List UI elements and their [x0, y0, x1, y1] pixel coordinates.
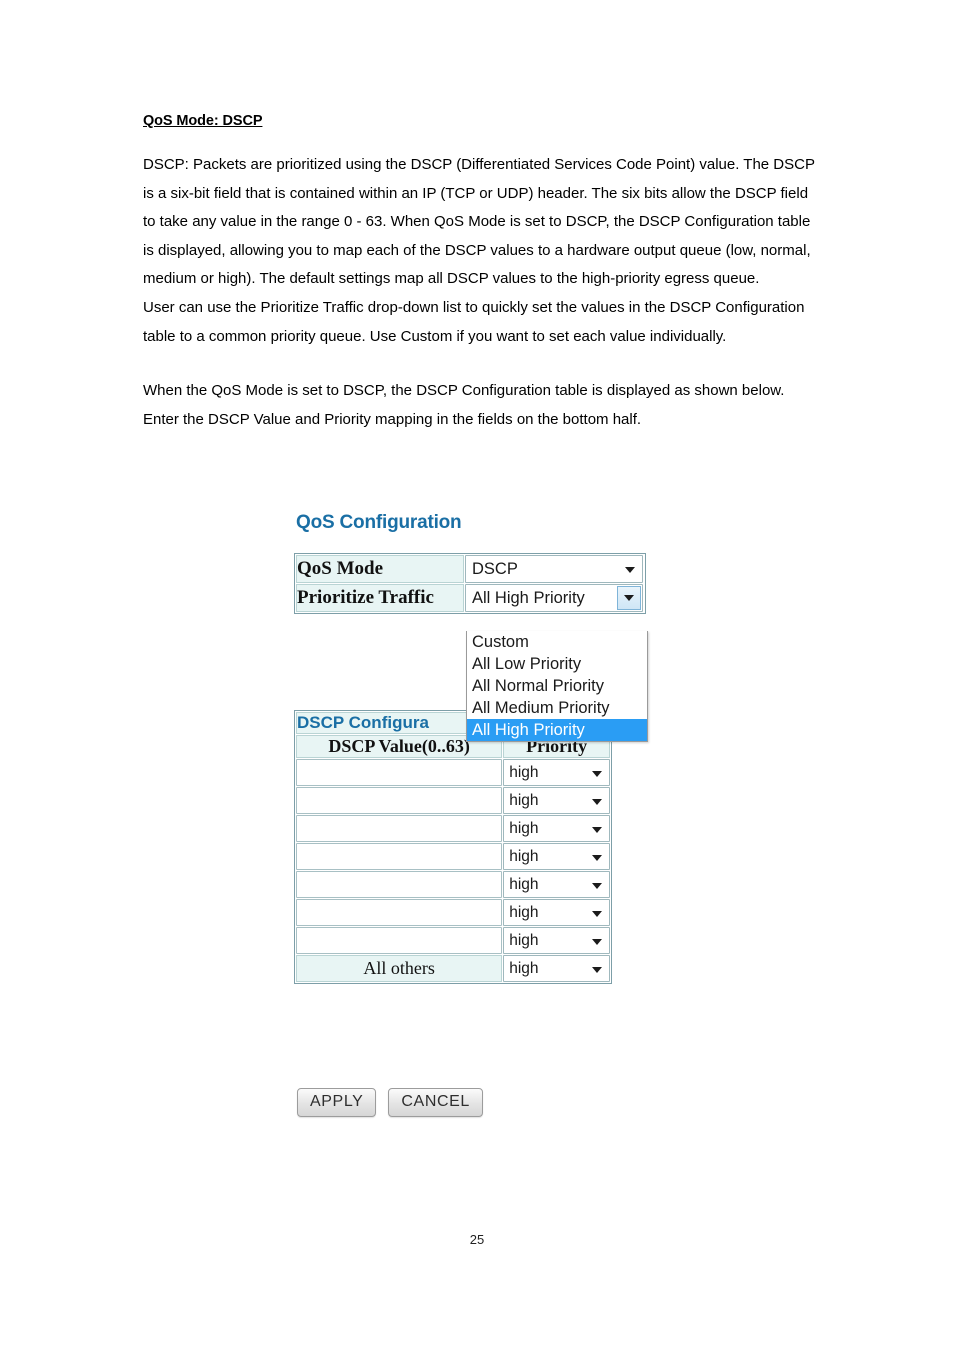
table-row: high [296, 815, 610, 842]
dscp-value-cell [296, 759, 503, 786]
priority-cell: high [503, 871, 610, 898]
dscp-value-cell [296, 815, 503, 842]
field-prioritize-traffic: All High Priority [465, 584, 644, 612]
table-row-prioritize-traffic: Prioritize Traffic All High Priority [296, 584, 644, 612]
prioritize-traffic-select[interactable]: All High Priority [465, 584, 643, 612]
dscp-value-cell [296, 843, 503, 870]
table-row: high [296, 899, 610, 926]
dropdown-option-all-medium-priority[interactable]: All Medium Priority [467, 697, 647, 719]
field-qos-mode: DSCP [465, 555, 644, 583]
dropdown-option-all-normal-priority[interactable]: All Normal Priority [467, 675, 647, 697]
qos-form-table: QoS Mode DSCP Prioritize Traffic All Hig… [294, 553, 646, 614]
apply-button[interactable]: APPLY [297, 1088, 377, 1117]
dropdown-option-all-low-priority[interactable]: All Low Priority [467, 653, 647, 675]
label-prioritize-traffic: Prioritize Traffic [296, 584, 464, 612]
chevron-down-icon [592, 854, 602, 861]
dscp-value-input[interactable] [296, 815, 503, 842]
table-row: high [296, 871, 610, 898]
priority-select[interactable]: high [503, 899, 610, 926]
priority-select[interactable]: high [503, 843, 610, 870]
priority-select-value: high [509, 791, 539, 809]
priority-cell: high [503, 759, 610, 786]
chevron-down-icon [625, 567, 635, 573]
dscp-value-input[interactable] [296, 899, 503, 926]
page-number: 25 [469, 1232, 485, 1247]
action-button-row: APPLY CANCEL [297, 1088, 483, 1117]
chevron-down-icon [592, 938, 602, 945]
priority-cell: high [503, 955, 610, 982]
chevron-down-icon [592, 966, 602, 973]
qos-configuration-screenshot: QoS Configuration QoS Mode DSCP Prioriti… [294, 512, 694, 1117]
dscp-configuration-table: DSCP Configura DSCP Value(0..63) Priorit… [294, 710, 612, 984]
priority-cell: high [503, 815, 610, 842]
dscp-value-cell [296, 871, 503, 898]
prioritize-traffic-select-value: All High Priority [472, 588, 585, 607]
priority-select[interactable]: high [503, 927, 610, 954]
priority-select[interactable]: high [503, 815, 610, 842]
table-row-qos-mode: QoS Mode DSCP [296, 555, 644, 583]
cancel-button[interactable]: CANCEL [388, 1088, 483, 1117]
dscp-value-input[interactable] [296, 759, 503, 786]
qos-mode-select[interactable]: DSCP [465, 555, 643, 583]
priority-cell: high [503, 927, 610, 954]
label-qos-mode: QoS Mode [296, 555, 464, 583]
chevron-down-icon [592, 798, 602, 805]
priority-select-value: high [509, 819, 539, 837]
dscp-configuration-block: DSCP Configura DSCP Value(0..63) Priorit… [294, 710, 614, 984]
qos-mode-select-value: DSCP [472, 559, 518, 578]
priority-select-value: high [509, 763, 539, 781]
dscp-value-input[interactable] [296, 871, 503, 898]
priority-cell: high [503, 899, 610, 926]
table-row: high [296, 843, 610, 870]
priority-select-all-others[interactable]: high [503, 955, 610, 982]
page-title: QoS Configuration [296, 512, 462, 533]
chevron-down-icon [592, 910, 602, 917]
priority-select-value: high [509, 903, 539, 921]
table-row: high [296, 759, 610, 786]
table-row: high [296, 927, 610, 954]
dscp-value-input[interactable] [296, 787, 503, 814]
dropdown-option-all-high-priority[interactable]: All High Priority [467, 719, 647, 741]
table-row-all-others: All others high [296, 955, 610, 982]
dscp-value-input[interactable] [296, 927, 503, 954]
paragraph-prioritize-traffic: User can use the Prioritize Traffic drop… [143, 298, 805, 345]
priority-cell: high [503, 843, 610, 870]
table-row: high [296, 787, 610, 814]
priority-select-value: high [509, 875, 539, 893]
dscp-value-cell [296, 927, 503, 954]
chevron-down-icon [592, 882, 602, 889]
section-heading: QoS Mode: DSCP [143, 113, 263, 129]
priority-select-value: high [509, 959, 539, 977]
priority-select[interactable]: high [503, 787, 610, 814]
all-others-label: All others [296, 955, 503, 982]
chevron-down-icon[interactable] [617, 586, 641, 610]
priority-cell: high [503, 787, 610, 814]
document-text-column: QoS Mode: DSCP DSCP: Packets are priorit… [143, 112, 815, 434]
chevron-down-icon [592, 770, 602, 777]
priority-select-value: high [509, 931, 539, 949]
priority-select[interactable]: high [503, 759, 610, 786]
chevron-down-icon [592, 826, 602, 833]
dscp-value-input[interactable] [296, 843, 503, 870]
priority-select[interactable]: high [503, 871, 610, 898]
prioritize-traffic-dropdown-list[interactable]: Custom All Low Priority All Normal Prior… [466, 631, 648, 742]
paragraph-dscp-description: DSCP: Packets are prioritized using the … [143, 156, 815, 288]
dropdown-option-custom[interactable]: Custom [467, 631, 647, 653]
priority-select-value: high [509, 847, 539, 865]
dscp-value-cell [296, 899, 503, 926]
paragraph-table-displayed: When the QoS Mode is set to DSCP, the DS… [143, 382, 785, 428]
dscp-value-cell [296, 787, 503, 814]
